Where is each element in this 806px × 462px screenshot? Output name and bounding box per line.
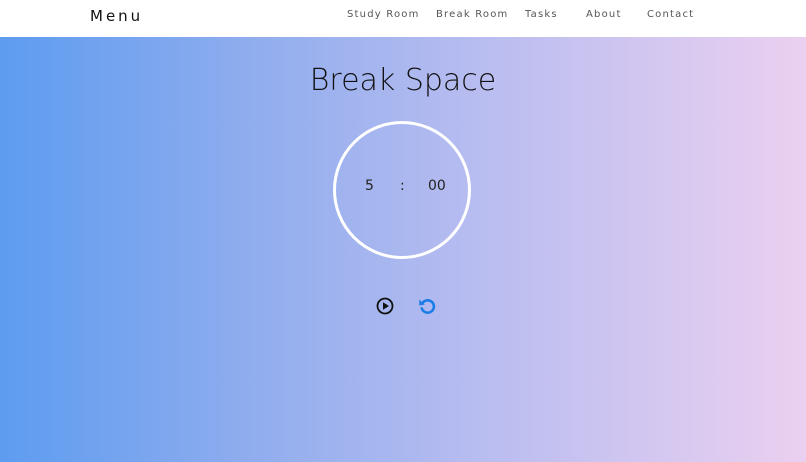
timer-minutes: 5: [365, 178, 374, 194]
menu-brand[interactable]: Menu: [90, 7, 143, 25]
navbar: Menu Study Room Break Room Tasks About C…: [0, 0, 806, 37]
nav-item-study-room[interactable]: Study Room: [347, 9, 420, 20]
timer-seconds: 00: [428, 178, 446, 194]
reset-button[interactable]: [417, 296, 437, 316]
break-space-section: Break Space 5 : 00: [0, 37, 806, 462]
nav-item-about[interactable]: About: [586, 9, 622, 20]
nav-item-tasks[interactable]: Tasks: [525, 9, 558, 20]
play-button[interactable]: [375, 296, 395, 316]
nav-item-contact[interactable]: Contact: [647, 9, 694, 20]
timer-separator: :: [400, 178, 405, 194]
play-circle-icon: [376, 297, 394, 315]
nav-item-break-room[interactable]: Break Room: [436, 9, 508, 20]
page-title: Break Space: [309, 63, 497, 98]
reset-icon: [419, 299, 436, 314]
